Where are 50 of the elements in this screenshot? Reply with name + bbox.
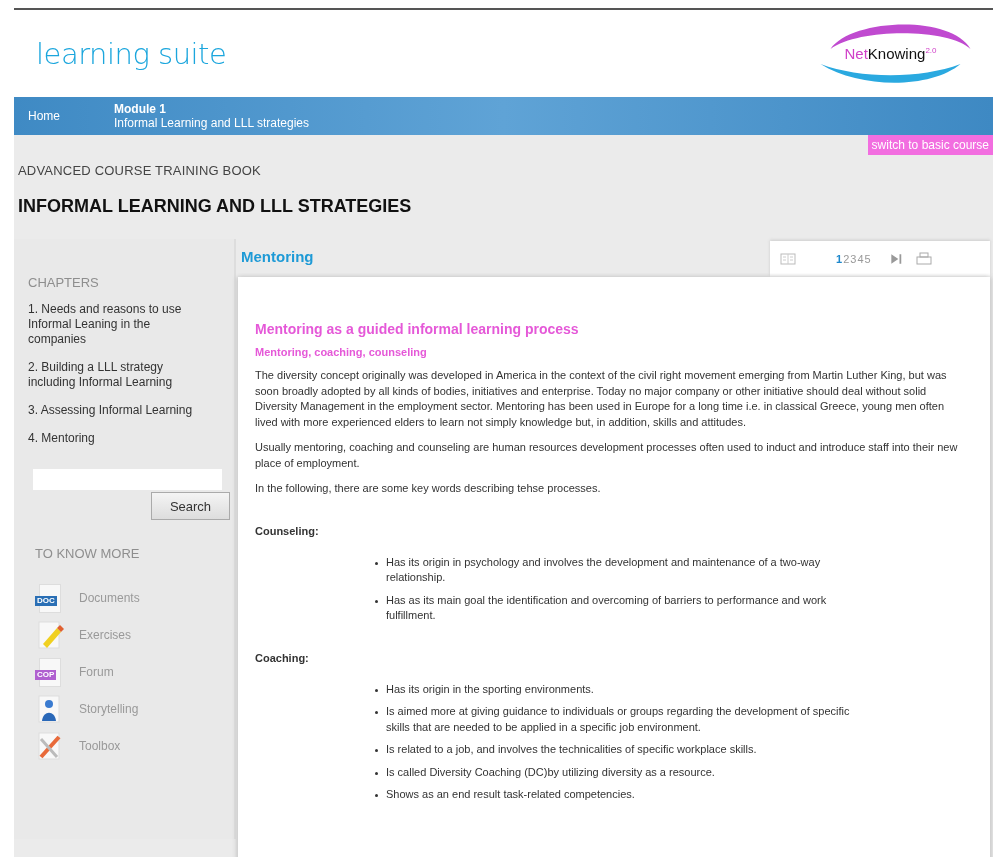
pencil-icon[interactable] — [35, 619, 65, 650]
bullet-icon — [375, 561, 378, 565]
bullet-icon — [375, 711, 378, 714]
bullet-text: Shows as an end result task-related competencies. — [386, 787, 635, 802]
article-subtitle: Mentoring, coaching, counseling — [255, 346, 428, 358]
page-link[interactable]: 5 — [864, 253, 872, 265]
section-title: Mentoring — [241, 248, 314, 265]
resource-link[interactable]: Documents — [79, 590, 140, 605]
bullet-icon — [375, 749, 378, 752]
bullet-text: Is aimed more at giving guidance to individuals or groups regarding the development of specific skills that are needed to be applied in a specific job environment. — [386, 704, 851, 735]
article-title: Mentoring as a guided informal learning process — [255, 321, 580, 337]
book-title: INFORMAL LEARNING AND LLL STRATEGIES — [18, 196, 413, 217]
page-link[interactable]: 2 — [843, 253, 851, 265]
page-link[interactable]: 4 — [857, 253, 865, 265]
resource-link[interactable]: Storytelling — [79, 701, 139, 716]
chapters-heading: CHAPTERS — [28, 275, 100, 290]
page-link[interactable]: 3 — [850, 253, 858, 265]
paragraph: Usually mentoring, coaching and counseling are human resources development processes often used to induct and introduce staff into their new place of employment. — [255, 440, 959, 471]
search-button[interactable]: Search — [151, 492, 230, 520]
module-title: Informal Learning and LLL strategies — [114, 116, 309, 130]
bullet-text: Has as its main goal the identification and overcoming of barriers to performance and work fulfillment. — [386, 592, 828, 623]
chapter-link[interactable]: 3. Assessing Informal Learning — [28, 403, 203, 418]
bullet-icon — [375, 599, 378, 603]
page-link[interactable]: 1 — [836, 253, 844, 265]
resource-link[interactable]: Toolbox — [79, 738, 121, 753]
resource-link[interactable]: Exercises — [79, 627, 131, 642]
bullet-icon — [375, 794, 378, 797]
paragraph: The diversity concept originally was developed in America in the context of the civil right movement emerging from Martin Luther King, but was soon broadly adopted by all kinds of bodies, initiatives and enterprise. Today no major company or other initiative should deal without solid Diversity Management in the employment sector. Mentoring has been used in Europe for a long time i.e. in classical Greece, young men often lived with more experienced elders to learn not simply knowledge but, in addition, skills and attitudes. — [255, 368, 948, 430]
bullet-text: Is called Diversity Coaching (DC)by utilizing diversity as a resource. — [386, 764, 715, 780]
switch-course-button[interactable]: switch to basic course — [867, 135, 993, 155]
resource-link[interactable]: Forum — [79, 664, 114, 679]
bullet-icon — [375, 771, 378, 775]
paragraph: In the following, there are some key words describing tehse processes. — [255, 481, 602, 496]
module-link[interactable]: Module 1 — [114, 102, 309, 116]
chapter-link[interactable]: 2. Building a LLL strategy including Informal Learning — [28, 360, 203, 390]
chapter-link[interactable]: 4. Mentoring — [28, 431, 203, 446]
book-label: ADVANCED COURSE TRAINING BOOK — [17, 162, 262, 178]
bullet-text: Is related to a job, and involves the technicalities of specific workplace skills. — [386, 742, 757, 757]
book-icon[interactable] — [780, 252, 796, 266]
bullet-text: Has its origin in psychology and involves the development and maintenance of a two-way relationship. — [386, 554, 822, 585]
section-heading: Coaching: — [255, 651, 310, 664]
know-more-heading: TO KNOW MORE — [35, 546, 141, 561]
print-icon[interactable] — [915, 252, 932, 266]
site-title: learning suite — [36, 36, 227, 71]
chapter-link[interactable]: 1. Needs and reasons to use Informal Leaning in the companies — [28, 302, 203, 347]
home-link[interactable]: Home — [14, 109, 114, 123]
bullet-text: Has its origin in the sporting environments. — [386, 681, 594, 697]
logo: NetKnowing$^{2.0}$ — [798, 18, 983, 89]
bullet-icon — [375, 688, 378, 692]
section-heading: Counseling: — [255, 524, 320, 537]
